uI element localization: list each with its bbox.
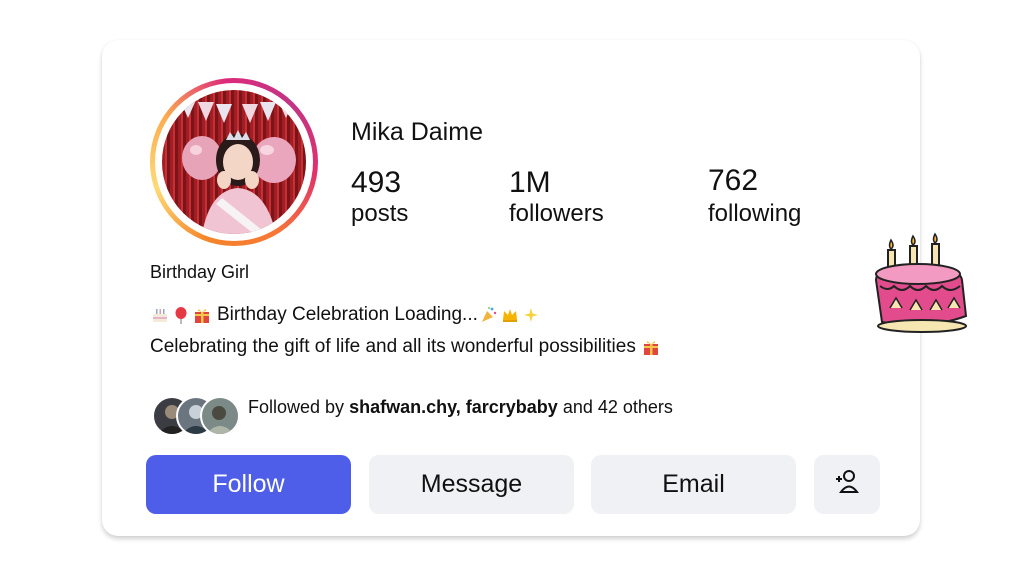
- sparkles-emoji: [522, 306, 541, 325]
- stat-posts-label: posts: [351, 200, 409, 227]
- gift-emoji: [642, 338, 661, 357]
- followed-by-prefix: Followed by: [248, 397, 345, 417]
- avatar-photo: [162, 90, 306, 234]
- stat-following[interactable]: 762 following: [708, 164, 801, 228]
- bio-line-2-text: Celebrating the gift of life and all its…: [150, 336, 636, 357]
- followed-by-text[interactable]: Followed by shafwan.chy, farcrybaby and …: [248, 397, 678, 417]
- follow-button[interactable]: Follow: [146, 455, 351, 514]
- profile-avatar[interactable]: [150, 78, 318, 246]
- stat-posts[interactable]: 493 posts: [351, 166, 408, 228]
- followed-by-users: shafwan.chy, farcrybaby: [349, 397, 558, 417]
- party-popper-emoji: [480, 306, 499, 325]
- stat-following-value: 762: [708, 164, 759, 197]
- stat-followers-value: 1M: [509, 166, 551, 199]
- add-user-button[interactable]: [814, 455, 880, 514]
- birthday-banner: [180, 100, 294, 123]
- stat-posts-value: 493: [351, 166, 402, 199]
- profile-name: Mika Daime: [351, 118, 483, 146]
- bio-line-1-text: Birthday Celebration Loading...: [217, 304, 478, 325]
- followed-by-suffix: and 42 others: [562, 397, 673, 417]
- bio-line-1: Birthday Celebration Loading...: [150, 304, 541, 326]
- birthday-cake-sticker: [868, 228, 978, 338]
- mutual-followers-avatars[interactable]: [152, 396, 248, 436]
- cake-emoji: [150, 306, 169, 325]
- bio-title: Birthday Girl: [150, 262, 250, 282]
- gift-emoji: [192, 306, 211, 325]
- avatar: [200, 396, 240, 436]
- balloon-emoji: [171, 306, 190, 325]
- bio-line-2: Celebrating the gift of life and all its…: [150, 336, 661, 358]
- message-button[interactable]: Message: [369, 455, 574, 514]
- balloon-left: [182, 136, 222, 180]
- stat-following-label: following: [708, 200, 802, 227]
- stat-followers-label: followers: [509, 200, 604, 227]
- stat-followers[interactable]: 1M followers: [509, 166, 604, 228]
- profile-card: Mika Daime 493 posts 1M followers 762 fo…: [102, 40, 920, 536]
- email-button[interactable]: Email: [591, 455, 796, 514]
- crown-emoji: [501, 306, 520, 325]
- add-person-icon: [833, 467, 861, 502]
